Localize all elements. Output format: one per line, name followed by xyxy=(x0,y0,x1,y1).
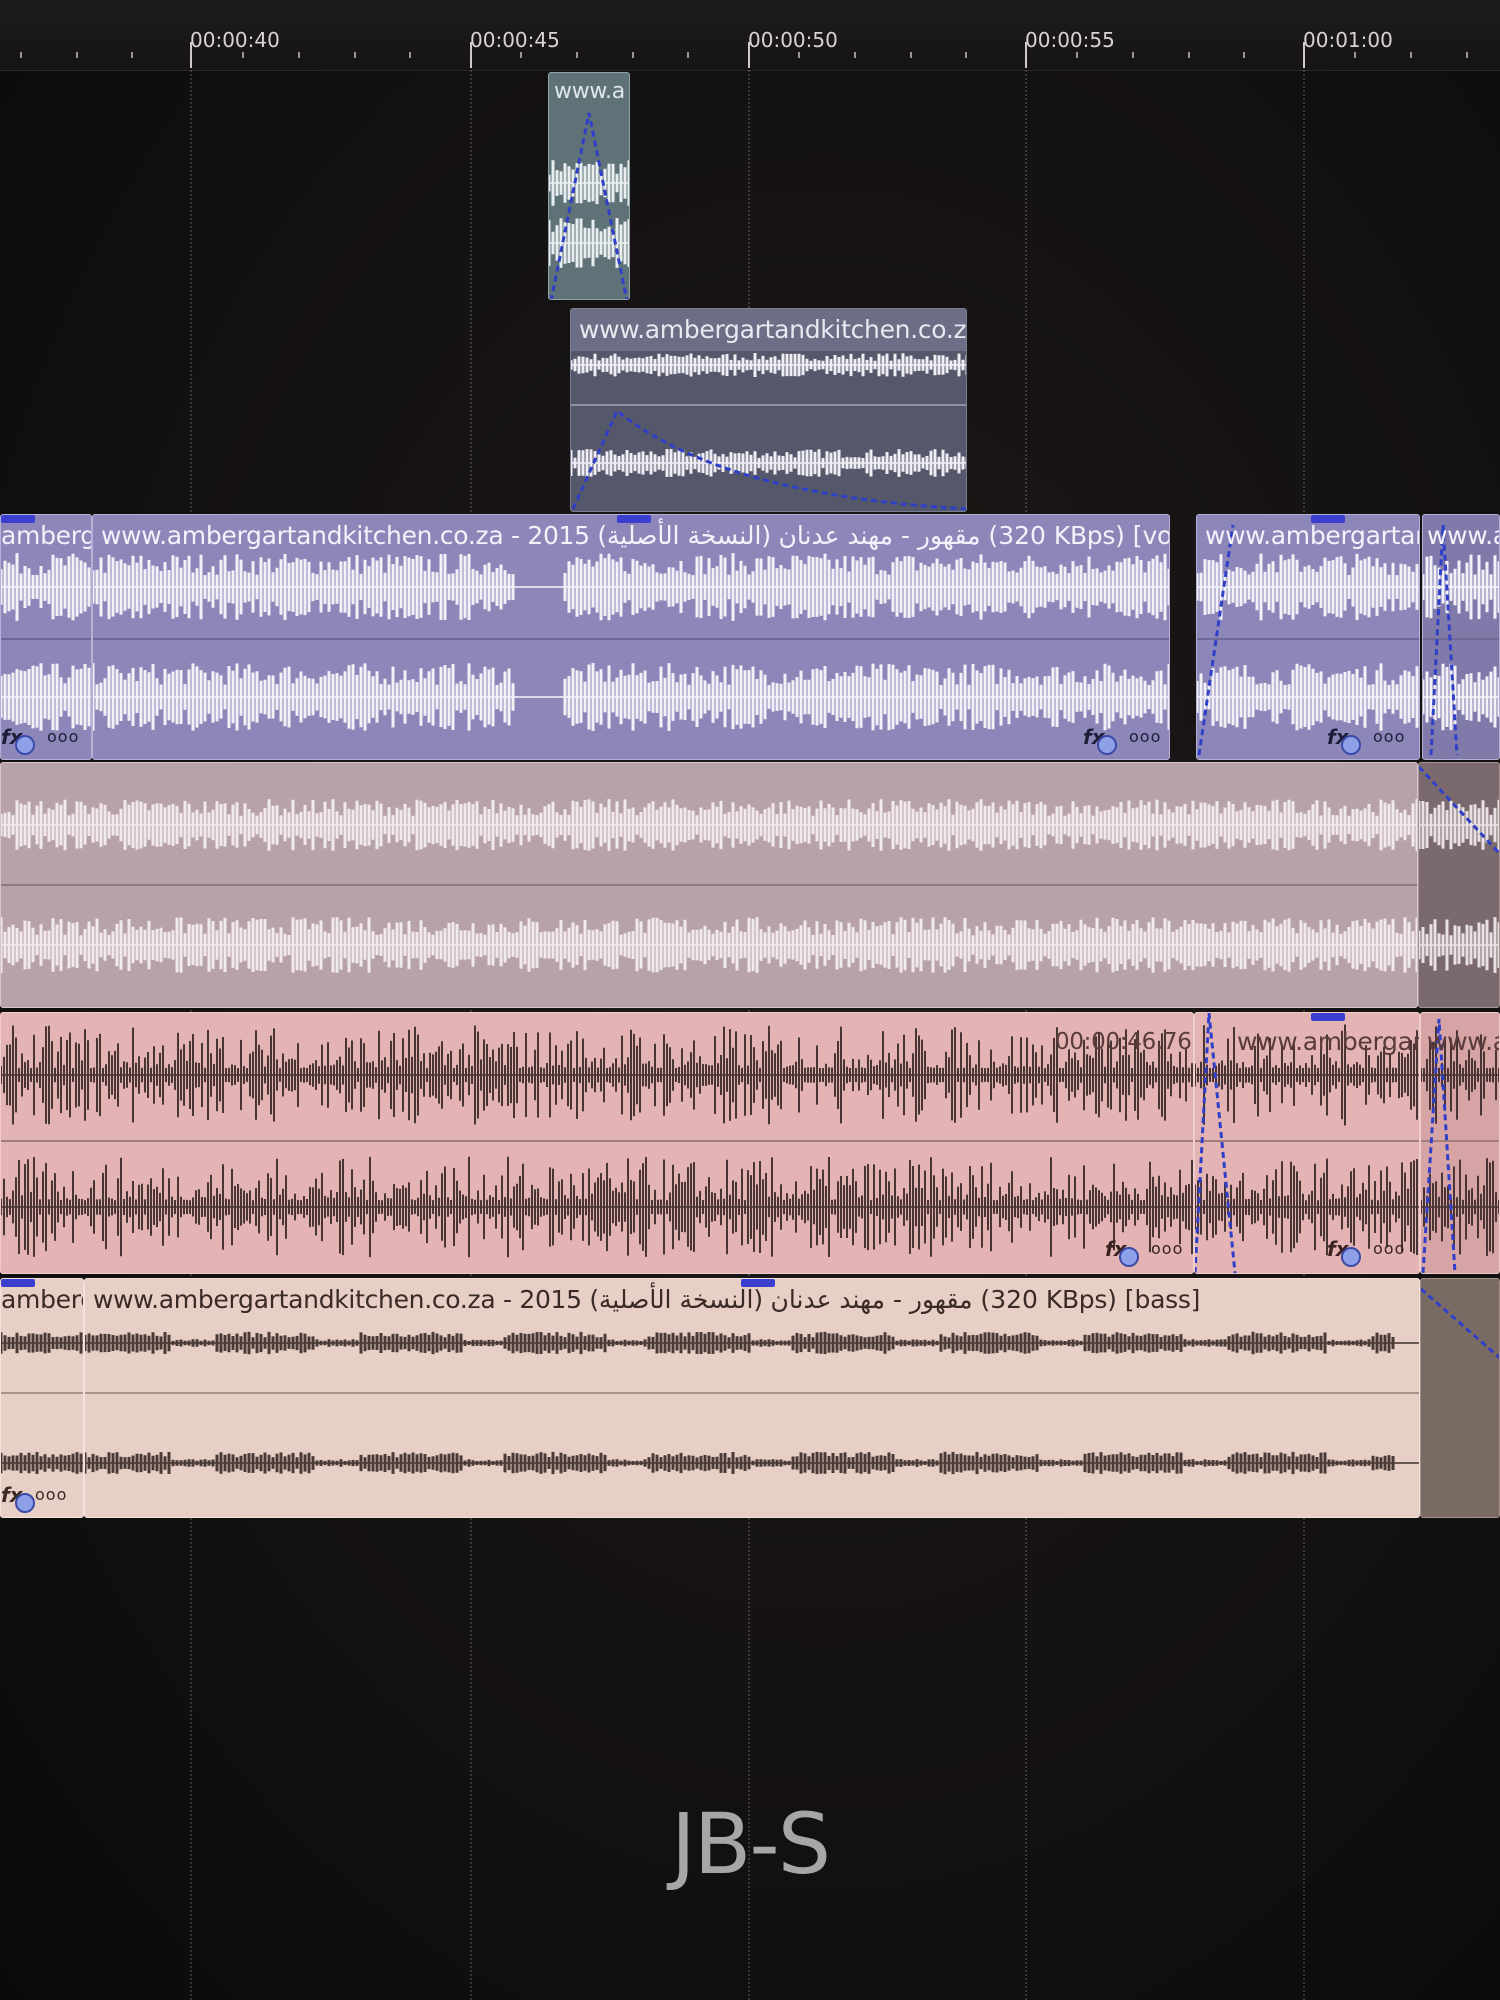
ruler-minor-tick xyxy=(910,52,912,58)
more-options-icon[interactable]: ooo xyxy=(1129,727,1161,746)
ruler-tick-label: 00:00:50 xyxy=(748,28,838,52)
clip-waveform xyxy=(1197,524,1419,756)
fx-icon[interactable]: fx xyxy=(1083,725,1123,755)
clip-waveform xyxy=(1423,524,1499,756)
clip-waveform xyxy=(1,553,91,731)
ruler-minor-tick xyxy=(131,52,133,58)
ruler-tick-label: 00:00:45 xyxy=(470,28,560,52)
ruler-minor-tick xyxy=(520,52,522,58)
clip-waveform xyxy=(93,553,1169,731)
ruler-minor-tick xyxy=(632,52,634,58)
clip-handle[interactable] xyxy=(617,515,651,523)
audio-clip-vocals-edge[interactable]: www.a xyxy=(1422,514,1500,760)
ruler-minor-tick xyxy=(1410,52,1412,58)
clip-handle[interactable] xyxy=(1311,515,1345,523)
ruler-minor-tick xyxy=(1076,52,1078,58)
clip-waveform xyxy=(1421,1287,1500,1360)
clip-title: www.ambergartandkitchen.co.za - xyxy=(579,315,967,344)
clip-waveform xyxy=(1,799,1417,973)
clip-title: www.ambergartan xyxy=(1237,1027,1419,1056)
audio-clip-bass-edge[interactable] xyxy=(1420,1278,1500,1518)
clip-waveform xyxy=(85,1331,1419,1475)
clip-title: amberg xyxy=(1,1285,83,1314)
ruler-minor-tick xyxy=(242,52,244,58)
audio-clip-vocals-left[interactable]: amberg fx ooo xyxy=(0,514,92,760)
ruler-minor-tick xyxy=(798,52,800,58)
audio-clip-drums-edge[interactable]: www.a xyxy=(1420,1012,1500,1274)
clip-waveform xyxy=(549,112,629,300)
ruler-tick-label: 00:00:55 xyxy=(1025,28,1115,52)
more-options-icon[interactable]: ooo xyxy=(1151,1239,1183,1258)
audio-clip-vocals-right[interactable]: www.ambergartan fx ooo xyxy=(1196,514,1420,760)
timeline-screen: 00:00:40 00:00:45 00:00:50 00:00:55 00:0… xyxy=(0,0,1500,2000)
ruler-major-tick xyxy=(470,42,472,68)
clip-handle[interactable] xyxy=(1,1279,35,1287)
clip-handle[interactable] xyxy=(1,515,35,523)
audio-clip-bass-main[interactable]: www.ambergartandkitchen.co.za - 2015 (ال… xyxy=(84,1278,1420,1518)
ruler-minor-tick xyxy=(576,52,578,58)
audio-clip-drums-right[interactable]: www.ambergartan fx ooo xyxy=(1194,1012,1420,1274)
fx-icon[interactable]: fx xyxy=(1105,1237,1145,1267)
clip-handle[interactable] xyxy=(741,1279,775,1287)
clip-waveform xyxy=(1,1025,1193,1258)
ruler-minor-tick xyxy=(1354,52,1356,58)
brand-watermark: JB-S xyxy=(670,1795,831,1893)
more-options-icon[interactable]: ooo xyxy=(35,1485,67,1504)
clip-timestamp: 00:00:46.76 xyxy=(1055,1029,1192,1055)
audio-clip-mix-edge[interactable] xyxy=(1418,762,1500,1008)
timeline-ruler[interactable]: 00:00:40 00:00:45 00:00:50 00:00:55 00:0… xyxy=(0,0,1500,71)
ruler-major-tick xyxy=(190,42,192,68)
ruler-minor-tick xyxy=(854,52,856,58)
ruler-minor-tick xyxy=(965,52,967,58)
ruler-minor-tick xyxy=(298,52,300,58)
ruler-minor-tick xyxy=(354,52,356,58)
clip-title: www.ambergartan xyxy=(1205,521,1420,550)
ruler-minor-tick xyxy=(1132,52,1134,58)
clip-title: www.a xyxy=(1427,1027,1500,1056)
clip-title: amberg xyxy=(1,521,92,550)
ruler-minor-tick xyxy=(687,52,689,58)
audio-clip-bass-left[interactable]: amberg fx ooo xyxy=(0,1278,84,1518)
ruler-minor-tick xyxy=(409,52,411,58)
ruler-minor-tick xyxy=(20,52,22,58)
clip-handle[interactable] xyxy=(1311,1013,1345,1021)
audio-clip-fx-b[interactable]: www.ambergartandkitchen.co.za - xyxy=(570,308,967,512)
clip-title: www.ambergartandkitchen.co.za - 2015 (ال… xyxy=(101,521,1170,550)
fx-icon[interactable]: fx xyxy=(1327,1237,1367,1267)
more-options-icon[interactable]: ooo xyxy=(1373,727,1405,746)
audio-clip-drums-main[interactable]: 00:00:46.76 fx ooo xyxy=(0,1012,1194,1274)
more-options-icon[interactable]: ooo xyxy=(47,727,79,746)
clip-title: www.ambergartandkitchen.co.za - 2015 (ال… xyxy=(93,1285,1201,1314)
ruler-minor-tick xyxy=(76,52,78,58)
fx-icon[interactable]: fx xyxy=(1,725,41,755)
ruler-major-tick xyxy=(1025,42,1027,68)
ruler-tick-label: 00:01:00 xyxy=(1303,28,1393,52)
clip-title: www.a xyxy=(554,79,625,104)
audio-clip-vocals-main[interactable]: www.ambergartandkitchen.co.za - 2015 (ال… xyxy=(92,514,1170,760)
ruler-major-tick xyxy=(748,42,750,68)
volume-envelope[interactable] xyxy=(1421,1287,1500,1360)
ruler-minor-tick xyxy=(1466,52,1468,58)
clip-title: www.a xyxy=(1427,521,1500,550)
fx-icon[interactable]: fx xyxy=(1327,725,1367,755)
more-options-icon[interactable]: ooo xyxy=(1373,1239,1405,1258)
audio-clip-fx-a[interactable]: www.a xyxy=(548,72,630,300)
volume-envelope[interactable] xyxy=(549,112,629,300)
clip-waveform xyxy=(1419,765,1499,973)
ruler-major-tick xyxy=(1303,42,1305,68)
ruler-minor-tick xyxy=(1243,52,1245,58)
ruler-minor-tick xyxy=(1188,52,1190,58)
ruler-tick-label: 00:00:40 xyxy=(190,28,280,52)
audio-clip-mix[interactable] xyxy=(0,762,1418,1008)
